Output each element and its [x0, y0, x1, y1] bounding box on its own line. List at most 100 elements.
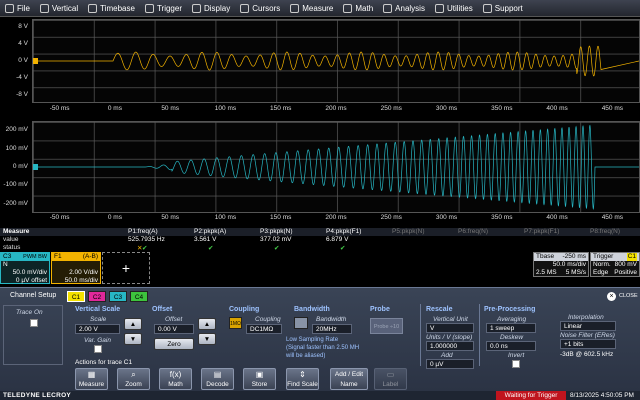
- zoom-action-icon: ⌕: [131, 370, 136, 379]
- scale-up-button[interactable]: ▲: [124, 318, 142, 330]
- label-button[interactable]: ▭ Label: [374, 368, 407, 390]
- measure-param-name[interactable]: P5:pkpk(N): [392, 228, 425, 235]
- measure-param-name[interactable]: P3:pkpk(N): [260, 228, 293, 235]
- tab-c1[interactable]: C1: [67, 291, 85, 302]
- vertical-unit-label: Vertical Unit: [433, 316, 468, 323]
- zero-offset-button[interactable]: Zero: [154, 338, 194, 350]
- find-scale-button[interactable]: ⇕ Find Scale: [286, 368, 319, 390]
- zoom-button[interactable]: ⌕ Zoom: [117, 368, 150, 390]
- action-label: Decode: [206, 381, 229, 388]
- probe-button[interactable]: Probe ÷10: [370, 318, 403, 334]
- measure-param-name[interactable]: P4:pkpk(F1): [326, 228, 361, 235]
- timebase-descriptor[interactable]: Tbase -250 ms 50.0 ms/div 2.5 MS 5 MS/s: [533, 252, 589, 277]
- f1-formula: (A-B): [82, 253, 98, 260]
- trigger-icon: [144, 3, 154, 13]
- menu-item-cursors[interactable]: Cursors: [235, 0, 285, 17]
- tab-c4[interactable]: C4: [130, 291, 148, 302]
- waveform-grid-bottom[interactable]: [32, 121, 640, 213]
- trigger-descriptor[interactable]: Trigger C1 Norm. 800 mV Edge Positive: [590, 252, 640, 277]
- menu-item-label: Analysis: [395, 3, 425, 13]
- close-label[interactable]: CLOSE: [619, 293, 638, 299]
- cursors-icon: [240, 3, 250, 13]
- decode-button[interactable]: ▤ Decode: [201, 368, 234, 390]
- measure-table[interactable]: Measure value status ✕ P1:freq(A) 525.7935 Hz…: [0, 228, 640, 252]
- measure-action-icon: ▦: [87, 370, 96, 379]
- var-gain-checkbox[interactable]: [94, 345, 102, 353]
- add-edit-name-button[interactable]: Add / Edit Name: [330, 368, 368, 390]
- trigger-state-badge: Waiting for Trigger: [496, 391, 566, 400]
- offset-down-button[interactable]: ▼: [198, 333, 216, 345]
- measure-param-name[interactable]: P2:pkpk(A): [194, 228, 226, 235]
- scale-label: Scale: [90, 316, 107, 323]
- bandwidth-select[interactable]: 20MHz: [312, 324, 352, 334]
- menu-item-file[interactable]: File: [0, 0, 35, 17]
- var-gain-label: Var. Gain: [84, 337, 111, 344]
- menu-item-trigger[interactable]: Trigger: [140, 0, 187, 17]
- add-trace-button[interactable]: +: [102, 252, 150, 284]
- interpolation-select[interactable]: Linear: [560, 321, 616, 331]
- noise-filter-label: Noise Filter (ERes): [560, 332, 615, 339]
- menu-item-display[interactable]: Display: [187, 0, 235, 17]
- trace-on-checkbox[interactable]: [30, 319, 38, 327]
- invert-checkbox[interactable]: [512, 360, 520, 368]
- trace-f1: [33, 45, 639, 77]
- channel-descriptor-c3[interactable]: C3 PWM BW N 50.0 mV/div 0 µV offset: [0, 252, 50, 284]
- measure-param-value: 6.879 V: [326, 236, 349, 243]
- tab-c2[interactable]: C2: [88, 291, 106, 302]
- math-descriptor-f1[interactable]: F1 (A-B) 2.00 V/div 50.0 ms/div: [51, 252, 101, 284]
- scale-field[interactable]: 2.00 V: [75, 324, 120, 334]
- separator: [420, 304, 421, 366]
- trace-level-marker[interactable]: [33, 58, 38, 64]
- y-tick-label: 0 mV: [12, 163, 28, 170]
- x-tick-label: 0 ms: [107, 105, 122, 112]
- x-tick-label: 300 ms: [435, 214, 458, 221]
- deskew-field[interactable]: 0.0 ns: [486, 341, 536, 351]
- decode-action-icon: ▤: [213, 370, 222, 379]
- measure-row: status: [0, 244, 640, 252]
- x-tick-label: 100 ms: [214, 105, 237, 112]
- menu-item-vertical[interactable]: Vertical: [35, 0, 83, 17]
- invert-label: Invert: [508, 352, 525, 359]
- vertical-unit-select[interactable]: V: [426, 323, 474, 333]
- trace-level-marker[interactable]: [33, 164, 38, 170]
- math-button[interactable]: f(x) Math: [159, 368, 192, 390]
- brand-logo: TELEDYNE LECROY: [3, 392, 72, 399]
- action-label: Measure: [78, 381, 105, 388]
- measure-param-name[interactable]: P6:freq(N): [458, 228, 488, 235]
- offset-up-button[interactable]: ▲: [198, 318, 216, 330]
- add-label: Add: [441, 352, 453, 359]
- trigger-title: Trigger: [593, 253, 614, 260]
- tab-c3[interactable]: C3: [109, 291, 127, 302]
- y-tick-label: 4 V: [18, 40, 28, 48]
- units-per-v-field[interactable]: 1.000000: [426, 341, 474, 351]
- measure-param-value: 377.02 mV: [260, 236, 292, 243]
- averaging-field[interactable]: 1 sweep: [486, 323, 536, 333]
- scale-down-button[interactable]: ▼: [124, 333, 142, 345]
- measure-param-name[interactable]: P1:freq(A): [128, 228, 158, 235]
- menu-item-label: Trigger: [156, 3, 182, 13]
- waveform-grid-top[interactable]: [32, 19, 640, 103]
- waveform-path: [33, 124, 639, 211]
- offset-field[interactable]: 0.00 V: [154, 324, 194, 334]
- menu-item-analysis[interactable]: Analysis: [378, 0, 430, 17]
- menu-item-label: File: [17, 3, 30, 13]
- display-icon: [192, 3, 201, 13]
- menu-item-measure[interactable]: Measure: [285, 0, 338, 17]
- menu-item-label: Utilities: [446, 3, 473, 13]
- menu-item-utilities[interactable]: Utilities: [430, 0, 478, 17]
- menu-item-timebase[interactable]: Timebase: [83, 0, 140, 17]
- x-tick-label: -50 ms: [49, 214, 70, 221]
- interpolation-label: Interpolation: [568, 314, 604, 321]
- measure-param-name[interactable]: P8:freq(N): [590, 228, 620, 235]
- measure-param-name[interactable]: P7:pkpk(F1): [524, 228, 559, 235]
- measure-button[interactable]: ▦ Measure: [75, 368, 108, 390]
- coupling-select[interactable]: DC1MΩ: [246, 324, 282, 334]
- menu-item-math[interactable]: Math: [338, 0, 378, 17]
- add-field[interactable]: 0 µV: [426, 359, 474, 369]
- close-icon[interactable]: ×: [607, 292, 616, 301]
- menu-item-support[interactable]: Support: [478, 0, 528, 17]
- x-tick-label: 100 ms: [214, 214, 237, 221]
- noise-filter-select[interactable]: +1 bits: [560, 339, 616, 349]
- store-button[interactable]: ▣ Store: [243, 368, 276, 390]
- action-label: Zoom: [125, 381, 142, 388]
